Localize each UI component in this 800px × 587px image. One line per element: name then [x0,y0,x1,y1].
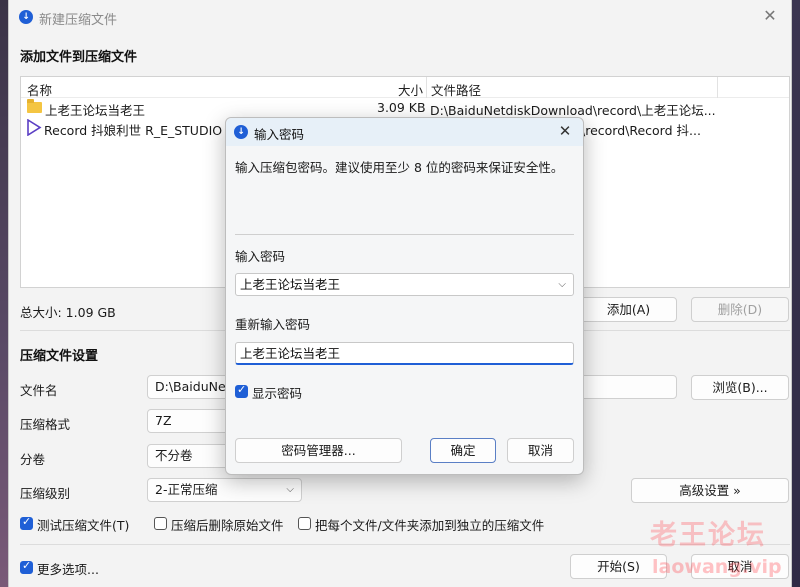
test-archive-label[interactable]: 测试压缩文件(T) [37,515,129,534]
more-options-checkbox[interactable] [20,559,33,574]
watermark-text: 老王论坛 [650,520,766,551]
divider [235,234,574,235]
chevron-down-icon: ⌵ [286,484,294,495]
separate-archives-label[interactable]: 把每个文件/文件夹添加到独立的压缩文件 [315,515,544,534]
file-list-header: 名称 大小 文件路径 [21,77,789,98]
total-size: 总大小: 1.09 GB [20,305,116,320]
format-select[interactable]: 7Z [147,409,237,433]
ok-button[interactable]: 确定 [430,438,496,463]
delete-button[interactable]: 删除(D) [691,297,789,322]
chevron-down-icon[interactable]: ⌵ [558,274,566,295]
add-files-heading: 添加文件到压缩文件 [20,50,138,65]
format-label: 压缩格式 [20,417,71,432]
app-logo-icon: ↓ [234,125,248,139]
window-title: 新建压缩文件 [39,13,118,28]
more-options-label[interactable]: 更多选项... [37,559,99,578]
dialog-title: 输入密码 [254,127,305,142]
file-name: 上老王论坛当老王 [45,103,146,118]
column-header-size[interactable]: 大小 [398,80,423,99]
file-name: Record 抖娘利世 R_E_STUDIO [44,123,223,138]
delete-after-checkbox[interactable] [154,517,167,530]
show-password-checkbox[interactable] [235,383,248,398]
show-password-label[interactable]: 显示密码 [252,383,302,402]
level-value: 2-正常压缩 [155,482,218,497]
password-label: 输入密码 [235,249,286,264]
column-divider[interactable] [717,77,718,98]
confirm-password-value: 上老王论坛当老王 [240,346,341,361]
level-label: 压缩级别 [20,486,71,501]
column-header-path[interactable]: 文件路径 [431,80,481,99]
confirm-password-input[interactable]: 上老王论坛当老王 [235,342,574,365]
password-value: 上老王论坛当老王 [240,277,341,292]
delete-after-label[interactable]: 压缩后删除原始文件 [171,515,284,534]
dialog-cancel-button[interactable]: 取消 [507,438,574,463]
advanced-settings-button[interactable]: 高级设置 » [631,478,789,503]
add-button[interactable]: 添加(A) [580,297,677,322]
test-archive-checkbox[interactable] [20,515,33,530]
password-input[interactable]: 上老王论坛当老王 ⌵ [235,273,574,296]
split-value: 不分卷 [155,448,193,463]
dialog-close-icon[interactable]: ✕ [555,120,575,142]
dialog-titlebar: ↓ 输入密码 ✕ [226,118,583,146]
confirm-password-label: 重新输入密码 [235,317,311,332]
window-titlebar: ↓ 新建压缩文件 ✕ [9,0,791,34]
split-label: 分卷 [20,452,46,467]
filename-label: 文件名 [20,383,58,398]
desktop-background-left [0,0,8,587]
column-header-name[interactable]: 名称 [27,80,52,99]
folder-icon [27,99,42,113]
desktop-background-right [792,0,800,587]
password-manager-button[interactable]: 密码管理器... [235,438,402,463]
format-value: 7Z [155,413,172,428]
separate-archives-checkbox[interactable] [298,517,311,530]
file-path: \record\Record 抖... [581,123,701,138]
browse-button[interactable]: 浏览(B)... [691,375,789,400]
split-select[interactable]: 不分卷 [147,444,237,468]
app-logo-icon: ↓ [19,10,33,24]
file-row[interactable]: 上老王论坛当老王 3.09 KB D:\BaiduNetdiskDownload… [21,98,789,118]
window-close-icon[interactable]: ✕ [759,5,781,27]
column-divider[interactable] [426,77,427,98]
watermark-url: laowang.vip [652,556,782,578]
dialog-description: 输入压缩包密码。建议使用至少 8 位的密码来保证安全性。 [235,160,564,175]
settings-heading: 压缩文件设置 [20,349,99,364]
file-size: 3.09 KB [377,100,426,115]
video-icon [27,119,42,136]
level-select[interactable]: 2-正常压缩 ⌵ [147,478,302,502]
password-dialog: ↓ 输入密码 ✕ 输入压缩包密码。建议使用至少 8 位的密码来保证安全性。 输入… [225,117,584,475]
